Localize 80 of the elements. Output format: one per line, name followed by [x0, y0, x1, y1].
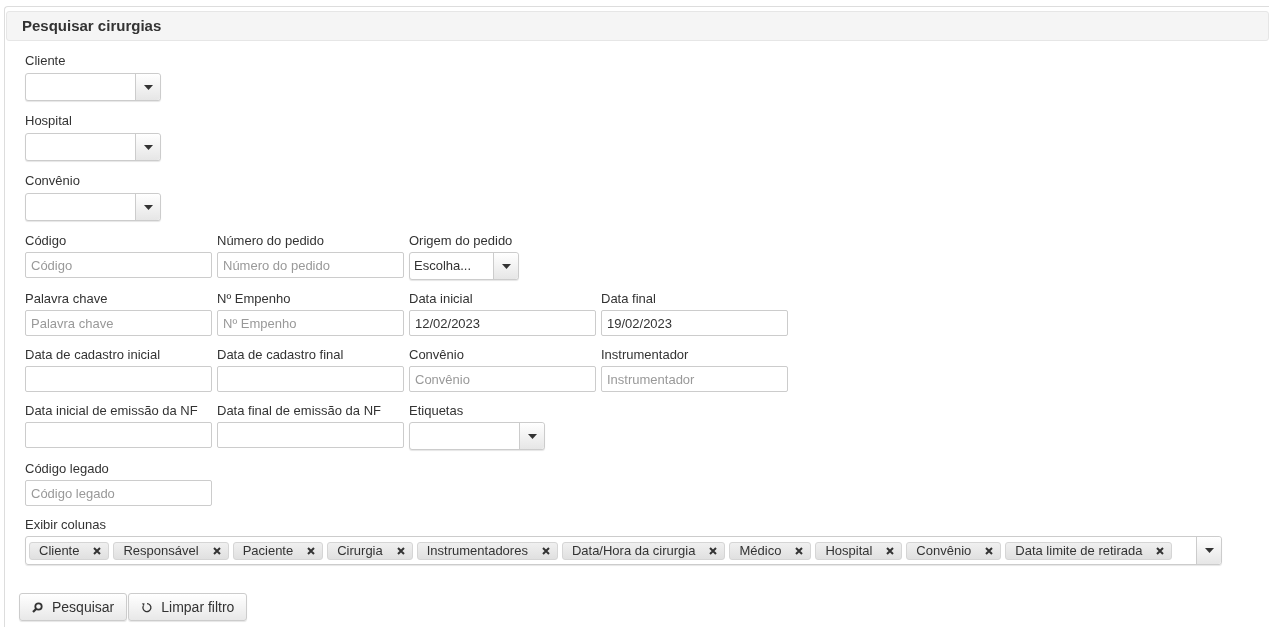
- column-tag[interactable]: Médico: [729, 541, 812, 560]
- tag-label: Cliente: [39, 541, 80, 560]
- field-label: Data final de emissão da NF: [217, 402, 383, 420]
- input-field[interactable]: 12/02/2023: [409, 310, 596, 336]
- field-label: Código legado: [25, 460, 110, 478]
- input-field[interactable]: Convênio: [409, 366, 596, 392]
- field-label: Número do pedido: [217, 232, 325, 250]
- field-label: Convênio: [25, 172, 81, 190]
- field-label: Data final: [601, 290, 657, 308]
- remove-icon[interactable]: [93, 546, 102, 555]
- field-label: Cliente: [25, 52, 67, 70]
- panel-title: Pesquisar cirurgias: [22, 15, 162, 36]
- remove-icon[interactable]: [541, 546, 550, 555]
- columns-multiselect[interactable]: Cliente Responsável Paciente Cirurgia Instrumentadores Data/Hora da cirurgia Médico Hospital Convênio Data limite de retirada: [25, 536, 1222, 565]
- field-label: Data de cadastro final: [217, 346, 345, 364]
- caret-icon: [143, 84, 153, 90]
- column-tag[interactable]: Data limite de retirada: [1005, 541, 1173, 560]
- column-tag[interactable]: Hospital: [815, 541, 903, 560]
- input-field[interactable]: [25, 366, 212, 392]
- field-label: Etiquetas: [409, 402, 465, 420]
- remove-icon[interactable]: [396, 546, 405, 555]
- column-tag[interactable]: Cirurgia: [327, 541, 413, 560]
- tag-label: Hospital: [825, 541, 873, 560]
- input-field[interactable]: [25, 422, 212, 448]
- select-field[interactable]: [25, 193, 161, 221]
- field-label: Palavra chave: [25, 290, 109, 308]
- tag-label: Data limite de retirada: [1015, 541, 1143, 560]
- field-label: Código: [25, 232, 68, 250]
- tag-label: Médico: [739, 541, 782, 560]
- column-tag[interactable]: Cliente: [29, 541, 110, 560]
- field-label: Data inicial de emissão da NF: [25, 402, 199, 420]
- column-tag[interactable]: Paciente: [232, 541, 324, 560]
- input-field[interactable]: 19/02/2023: [601, 310, 788, 336]
- field-label: Instrumentador: [601, 346, 690, 364]
- tag-label: Convênio: [916, 541, 972, 560]
- input-field[interactable]: Palavra chave: [25, 310, 212, 336]
- input-field[interactable]: [217, 366, 404, 392]
- field-label: Origem do pedido: [409, 232, 514, 250]
- select-field[interactable]: [409, 422, 545, 450]
- remove-icon[interactable]: [1156, 546, 1165, 555]
- field-label: Data inicial: [409, 290, 474, 308]
- search-button[interactable]: Pesquisar: [19, 593, 128, 621]
- remove-icon[interactable]: [709, 546, 718, 555]
- input-field[interactable]: Nº Empenho: [217, 310, 404, 336]
- refresh-icon: [141, 601, 153, 613]
- select-field[interactable]: [25, 73, 161, 101]
- field-label: Hospital: [25, 112, 73, 130]
- tag-label: Cirurgia: [337, 541, 383, 560]
- column-tag[interactable]: Responsável: [113, 541, 229, 560]
- tag-label: Instrumentadores: [426, 541, 528, 560]
- input-field[interactable]: Instrumentador: [601, 366, 788, 392]
- column-tag[interactable]: Convênio: [906, 541, 1002, 560]
- input-field[interactable]: Código legado: [25, 480, 212, 506]
- column-tag[interactable]: Data/Hora da cirurgia: [561, 541, 726, 560]
- remove-icon[interactable]: [795, 546, 804, 555]
- field-label: Exibir colunas: [25, 516, 107, 534]
- select-value: Escolha...: [414, 257, 472, 276]
- input-field[interactable]: Código: [25, 252, 212, 278]
- input-field[interactable]: Número do pedido: [217, 252, 404, 278]
- remove-icon[interactable]: [886, 546, 895, 555]
- select-field[interactable]: [25, 133, 161, 161]
- field-label: Data de cadastro inicial: [25, 346, 162, 364]
- tag-label: Responsável: [123, 541, 199, 560]
- remove-icon[interactable]: [212, 546, 221, 555]
- caret-icon: [501, 263, 511, 269]
- tag-label: Data/Hora da cirurgia: [571, 541, 696, 560]
- input-field[interactable]: [217, 422, 404, 448]
- remove-icon[interactable]: [985, 546, 994, 555]
- reset-button[interactable]: Limpar filtro: [128, 593, 248, 621]
- caret-icon: [143, 144, 153, 150]
- tag-label: Paciente: [242, 541, 294, 560]
- column-tag[interactable]: Instrumentadores: [416, 541, 558, 560]
- caret-icon: [1204, 548, 1214, 553]
- field-label: Nº Empenho: [217, 290, 292, 308]
- caret-icon: [143, 204, 153, 210]
- select-field[interactable]: Escolha...: [409, 252, 519, 280]
- caret-icon: [527, 433, 537, 439]
- field-label: Convênio: [409, 346, 465, 364]
- search-icon: [32, 601, 43, 613]
- remove-icon[interactable]: [307, 546, 316, 555]
